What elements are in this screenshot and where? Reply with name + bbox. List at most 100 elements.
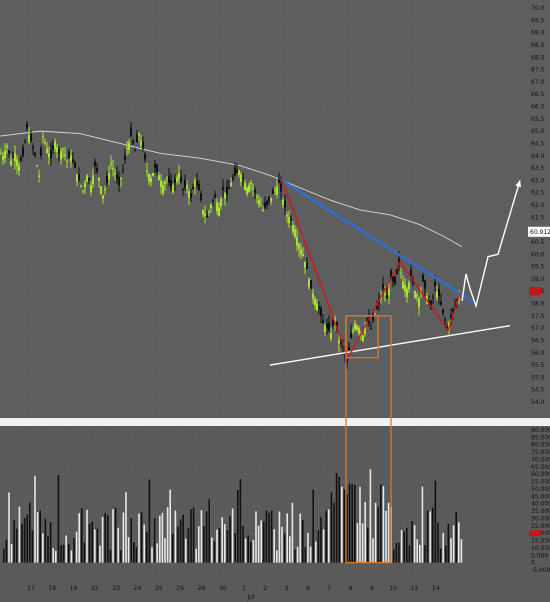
volume-bar [442,532,444,563]
candle-body [238,170,240,175]
candle-body [246,187,248,194]
candle-body [274,190,276,192]
volume-bar [60,545,62,563]
volume-bar [286,513,288,563]
volume-bar [426,510,429,563]
candle-body [80,185,82,187]
volume-bar [177,526,179,563]
candle-body [134,150,136,152]
volume-bar [36,512,39,563]
candle-body [28,134,30,143]
volume-bar [83,542,86,563]
volume-bar [458,522,460,563]
volume-tick-label: 70.000 [531,456,550,463]
candle-body [106,175,108,183]
volume-bar [114,507,117,563]
volume-bar [172,533,174,563]
volume-bar [78,513,80,563]
volume-bar [205,511,208,563]
candle-body [286,214,288,217]
candle-body [432,297,434,299]
volume-bar [348,483,351,563]
candle-body [104,188,106,191]
volume-bar [400,530,403,563]
volume-bar [234,532,236,563]
volume-bar [159,515,161,563]
candle-body [32,146,34,149]
candle-body [248,185,250,192]
candle-body [82,190,84,192]
candle-body [112,168,114,170]
volume-tick-label: 75.000 [531,449,550,456]
volume-bar [330,492,333,563]
candle-body [256,196,258,198]
volume-bar [260,520,262,563]
candle-body [24,141,26,143]
candle-body [212,200,214,202]
volume-bar [91,521,93,563]
volume-bar [356,523,359,563]
x-tick-label: 10 [389,585,397,592]
candle-body [260,205,262,206]
candle-body [444,319,446,321]
volume-bar [112,509,114,563]
candle-body [300,249,302,254]
candle-body [362,335,364,342]
candle-body [146,170,148,172]
candle-body [348,347,350,351]
candle-body [34,153,36,156]
candle-body [228,187,230,189]
x-tick-label: 25 [155,585,163,592]
price-tick-label: 67.0 [531,79,545,86]
volume-bar [413,525,416,563]
candle-body [292,224,294,232]
x-tick-label: 23 [112,585,120,592]
volume-bar [312,489,314,563]
candle-body [2,155,4,161]
candle-body [22,147,24,156]
volume-bar [81,508,83,563]
candle-body [252,187,254,189]
volume-bar [138,513,140,563]
volume-bar [283,533,286,563]
candle-body [40,147,42,156]
candle-body [276,186,278,195]
volume-bar [8,492,10,563]
price-tick-label: 68.5 [531,42,545,49]
volume-bar [5,539,8,563]
candle-body [278,179,280,183]
candle-body [232,176,234,180]
volume-bar [247,535,249,563]
candle-body [384,293,386,296]
candle-body [174,178,176,183]
volume-bar [179,519,182,563]
volume-bar [424,545,426,563]
candle-body [224,192,226,199]
volume-bar [62,544,65,563]
candle-body [406,288,408,298]
volume-tick-label: 90.000 [531,427,550,434]
volume-bar [419,544,421,563]
volume-bar [265,510,268,563]
candle-body [8,150,10,154]
volume-bar [52,548,54,563]
candle-body [74,162,76,169]
candle-body [54,140,56,150]
volume-bar [70,550,73,563]
volume-bar [432,507,434,563]
candle-body [100,186,102,194]
volume-bar [203,526,205,563]
candle-body [92,175,94,184]
volume-bar [140,512,143,563]
candle-body [264,202,266,208]
price-tick-label: 69.0 [531,30,545,37]
candle-body [424,280,426,289]
volume-bar [13,520,15,563]
x-tick-label: 29 [198,585,206,592]
volume-bar [341,486,343,563]
x-tick-label: 18 [48,585,56,592]
candle-body [66,160,68,162]
volume-bar [281,526,283,563]
x-tick-label: 3 [285,585,289,592]
volume-bar [153,518,156,563]
